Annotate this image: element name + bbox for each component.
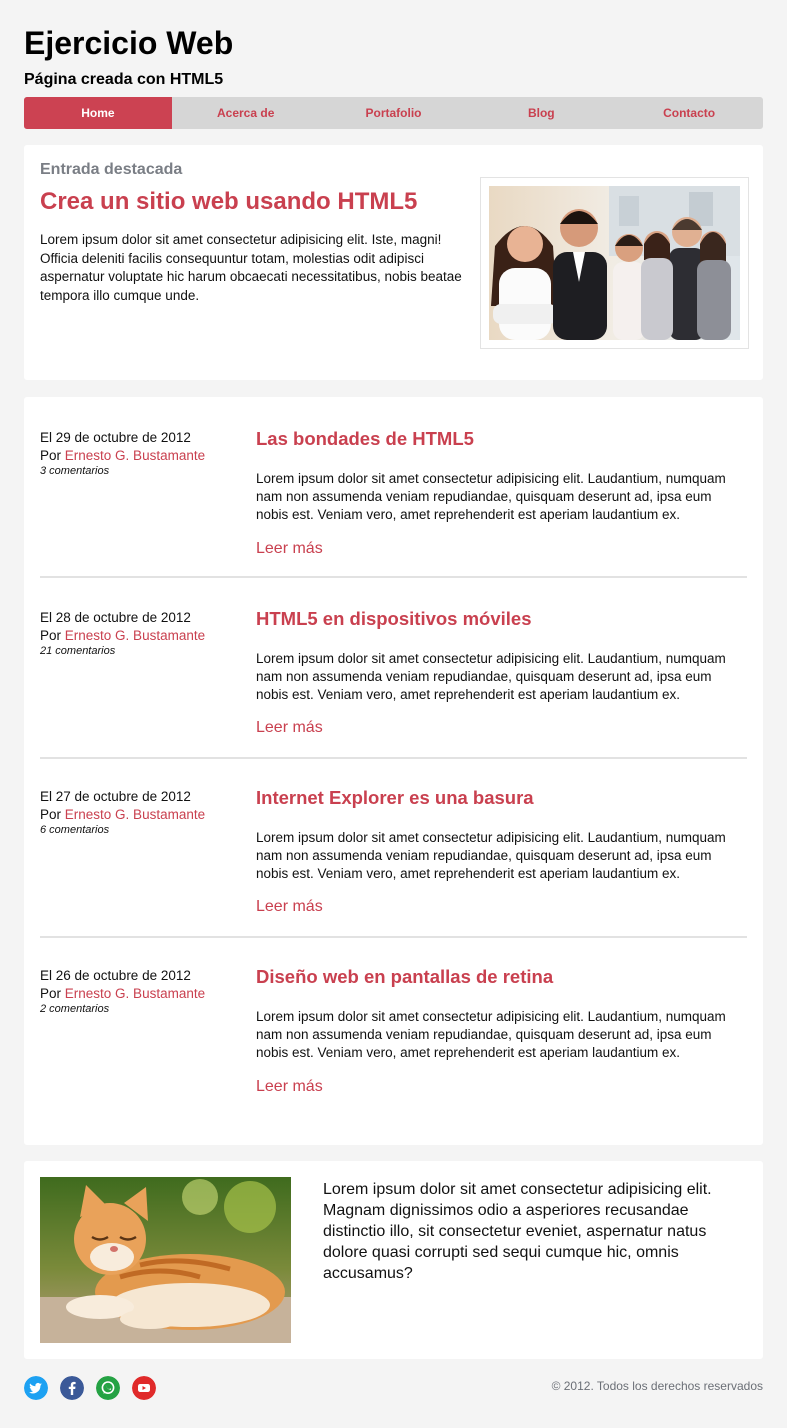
post-title[interactable]: Diseño web en pantallas de retina — [256, 965, 553, 989]
post-author-line: Por Ernesto G. Bustamante — [40, 448, 205, 463]
post-excerpt: Lorem ipsum dolor sit amet consectetur a… — [256, 1009, 726, 1060]
post-item: El 27 de octubre de 2012 Por Ernesto G. … — [40, 757, 747, 938]
post-author-line: Por Ernesto G. Bustamante — [40, 986, 205, 1001]
post-author-link[interactable]: Ernesto G. Bustamante — [65, 807, 205, 822]
youtube-icon[interactable] — [132, 1376, 156, 1400]
read-more-link[interactable]: Leer más — [256, 719, 323, 737]
site-title: Ejercicio Web — [24, 25, 234, 61]
post-author-line: Por Ernesto G. Bustamante — [40, 807, 205, 822]
post-excerpt: Lorem ipsum dolor sit amet consectetur a… — [256, 471, 726, 522]
nav-item-acerca[interactable]: Acerca de — [172, 97, 320, 129]
post-author-prefix: Por — [40, 628, 62, 643]
nav-item-blog[interactable]: Blog — [467, 97, 615, 129]
post-author-line: Por Ernesto G. Bustamante — [40, 628, 205, 643]
facebook-icon[interactable] — [60, 1376, 84, 1400]
aside-text: Lorem ipsum dolor sit amet consectetur a… — [323, 1181, 712, 1282]
post-item: El 28 de octubre de 2012 Por Ernesto G. … — [40, 578, 747, 759]
post-comments-count: 3 comentarios — [40, 465, 110, 477]
copyright: © 2012. Todos los derechos reservados — [551, 1379, 763, 1393]
nav-item-home[interactable]: Home — [24, 97, 172, 129]
post-comments-count: 2 comentarios — [40, 1003, 110, 1015]
post-excerpt: Lorem ipsum dolor sit amet consectetur a… — [256, 651, 726, 702]
post-comments-count: 21 comentarios — [40, 645, 116, 657]
twitter-icon[interactable] — [24, 1376, 48, 1400]
post-date: El 28 de octubre de 2012 — [40, 610, 191, 625]
social-links — [24, 1376, 156, 1400]
featured-eyebrow: Entrada destacada — [40, 161, 183, 178]
post-item: El 29 de octubre de 2012 Por Ernesto G. … — [40, 397, 747, 578]
post-title[interactable]: Las bondades de HTML5 — [256, 427, 474, 451]
post-date: El 26 de octubre de 2012 — [40, 968, 191, 983]
post-excerpt: Lorem ipsum dolor sit amet consectetur a… — [256, 830, 726, 881]
post-comments-count: 6 comentarios — [40, 824, 110, 836]
post-item: El 26 de octubre de 2012 Por Ernesto G. … — [40, 936, 747, 1136]
site-footer: © 2012. Todos los derechos reservados — [24, 1376, 763, 1400]
post-title[interactable]: HTML5 en dispositivos móviles — [256, 607, 532, 631]
featured-text: Lorem ipsum dolor sit amet consectetur a… — [40, 232, 462, 303]
posts-card: El 29 de octubre de 2012 Por Ernesto G. … — [24, 397, 763, 1145]
nav-item-portafolio[interactable]: Portafolio — [320, 97, 468, 129]
whatsapp-icon[interactable] — [96, 1376, 120, 1400]
post-date: El 27 de octubre de 2012 — [40, 789, 191, 804]
main-nav: Home Acerca de Portafolio Blog Contacto — [24, 97, 763, 129]
post-date: El 29 de octubre de 2012 — [40, 430, 191, 445]
featured-card: Entrada destacada Crea un sitio web usan… — [24, 145, 763, 380]
post-author-link[interactable]: Ernesto G. Bustamante — [65, 448, 205, 463]
post-author-prefix: Por — [40, 807, 62, 822]
nav-item-contacto[interactable]: Contacto — [615, 97, 763, 129]
featured-title[interactable]: Crea un sitio web usando HTML5 — [40, 187, 417, 217]
read-more-link[interactable]: Leer más — [256, 540, 323, 558]
aside-card: Lorem ipsum dolor sit amet consectetur a… — [24, 1161, 763, 1359]
post-author-link[interactable]: Ernesto G. Bustamante — [65, 986, 205, 1001]
read-more-link[interactable]: Leer más — [256, 1078, 323, 1096]
post-title[interactable]: Internet Explorer es una basura — [256, 786, 534, 810]
post-author-prefix: Por — [40, 986, 62, 1001]
featured-team-photo — [480, 177, 749, 349]
read-more-link[interactable]: Leer más — [256, 898, 323, 916]
site-subtitle: Página creada con HTML5 — [24, 71, 224, 88]
cat-photo — [40, 1177, 291, 1343]
post-author-prefix: Por — [40, 448, 62, 463]
post-author-link[interactable]: Ernesto G. Bustamante — [65, 628, 205, 643]
